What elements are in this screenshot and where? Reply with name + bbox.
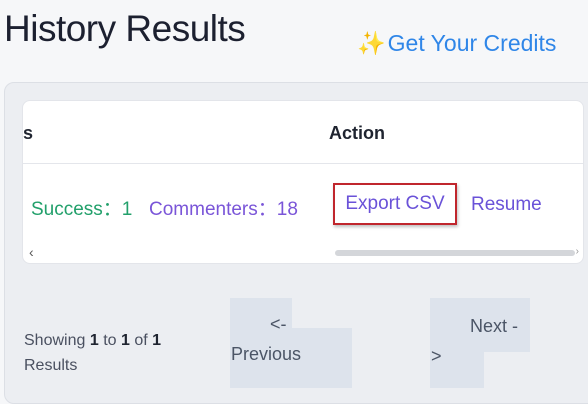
resume-button[interactable]: Resume [471,194,542,216]
column-header-action: Action [329,123,385,143]
range-to: 1 [120,332,130,349]
scroll-left-icon[interactable]: ‹ [29,244,34,260]
success-count: Success：1 [31,199,133,220]
commenters-count: Commenters：18 [149,199,298,220]
horizontal-scrollbar[interactable]: ‹ › [23,244,583,262]
next-page-button[interactable]: Next - > [430,298,530,388]
total-count: 1 [152,332,162,349]
get-credits-label: Get Your Credits [387,30,557,56]
next-arrow-icon: > [431,346,442,366]
next-page-control: Next - > [430,298,530,388]
export-csv-button[interactable]: Export CSV [333,183,457,225]
of-label: of [134,332,148,349]
scroll-right-icon[interactable]: › [576,246,579,257]
range-from: 1 [89,332,99,349]
table-row: Success：1 Commenters：18 Export CSV Resum… [23,164,583,244]
page-title: History Results [4,8,246,49]
next-label: Next - [470,316,519,336]
results-table: s Action Success：1 Commenters：18 Export … [22,100,584,264]
showing-label: Showing [24,332,86,349]
previous-arrow-icon: <- [270,314,287,334]
previous-page-control: <- Previous [230,298,352,388]
results-label: Results [24,357,78,374]
table-header: s Action [23,101,583,164]
scroll-thumb[interactable] [335,250,575,256]
previous-label: Previous [231,344,302,364]
sparkles-icon: ✨ [357,30,386,56]
to-label: to [103,332,117,349]
get-credits-link[interactable]: ✨ Get Your Credits [357,30,556,57]
results-summary: Showing 1 to 1 of 1 Results [24,328,204,378]
previous-page-button[interactable]: <- Previous [230,298,352,388]
column-header-status: s [23,123,34,143]
